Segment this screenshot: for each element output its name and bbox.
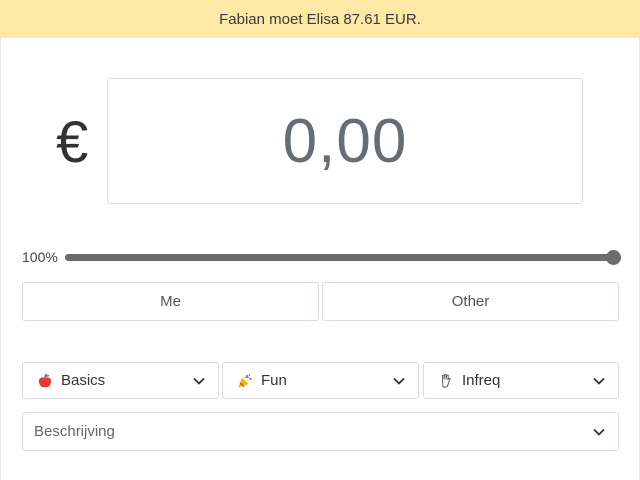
other-button-label: Other [451, 293, 490, 310]
split-percent-label: 100% [22, 249, 58, 265]
me-button[interactable]: Me [22, 282, 319, 321]
chevron-down-icon [392, 374, 406, 388]
debt-banner: Fabian moet Elisa 87.61 EUR. [0, 0, 640, 38]
party-popper-icon [237, 373, 253, 389]
me-button-label: Me [160, 293, 181, 310]
category-infreq-label: Infreq [462, 372, 501, 389]
frame-border-left [0, 38, 1, 480]
category-basics-label: Basics [61, 372, 106, 389]
split-slider-thumb[interactable] [606, 250, 621, 265]
apple-icon [37, 373, 53, 389]
chevron-down-icon [192, 374, 206, 388]
category-fun-select[interactable]: Fun [222, 362, 419, 399]
other-button[interactable]: Other [322, 282, 619, 321]
amount-value: 0,00 [282, 106, 408, 176]
description-placeholder: Beschrijving [34, 423, 115, 440]
debt-banner-text: Fabian moet Elisa 87.61 EUR. [219, 10, 421, 28]
chevron-down-icon [592, 425, 606, 439]
amount-input[interactable]: 0,00 [107, 78, 583, 204]
category-fun-label: Fun [261, 372, 287, 389]
split-slider[interactable] [65, 250, 621, 265]
split-slider-fill [65, 254, 613, 261]
description-select[interactable]: Beschrijving [22, 412, 619, 451]
category-infreq-select[interactable]: Infreq [423, 362, 619, 399]
category-basics-select[interactable]: Basics [22, 362, 219, 399]
hand-icon [438, 373, 454, 389]
chevron-down-icon [592, 374, 606, 388]
currency-symbol: € [56, 110, 89, 175]
